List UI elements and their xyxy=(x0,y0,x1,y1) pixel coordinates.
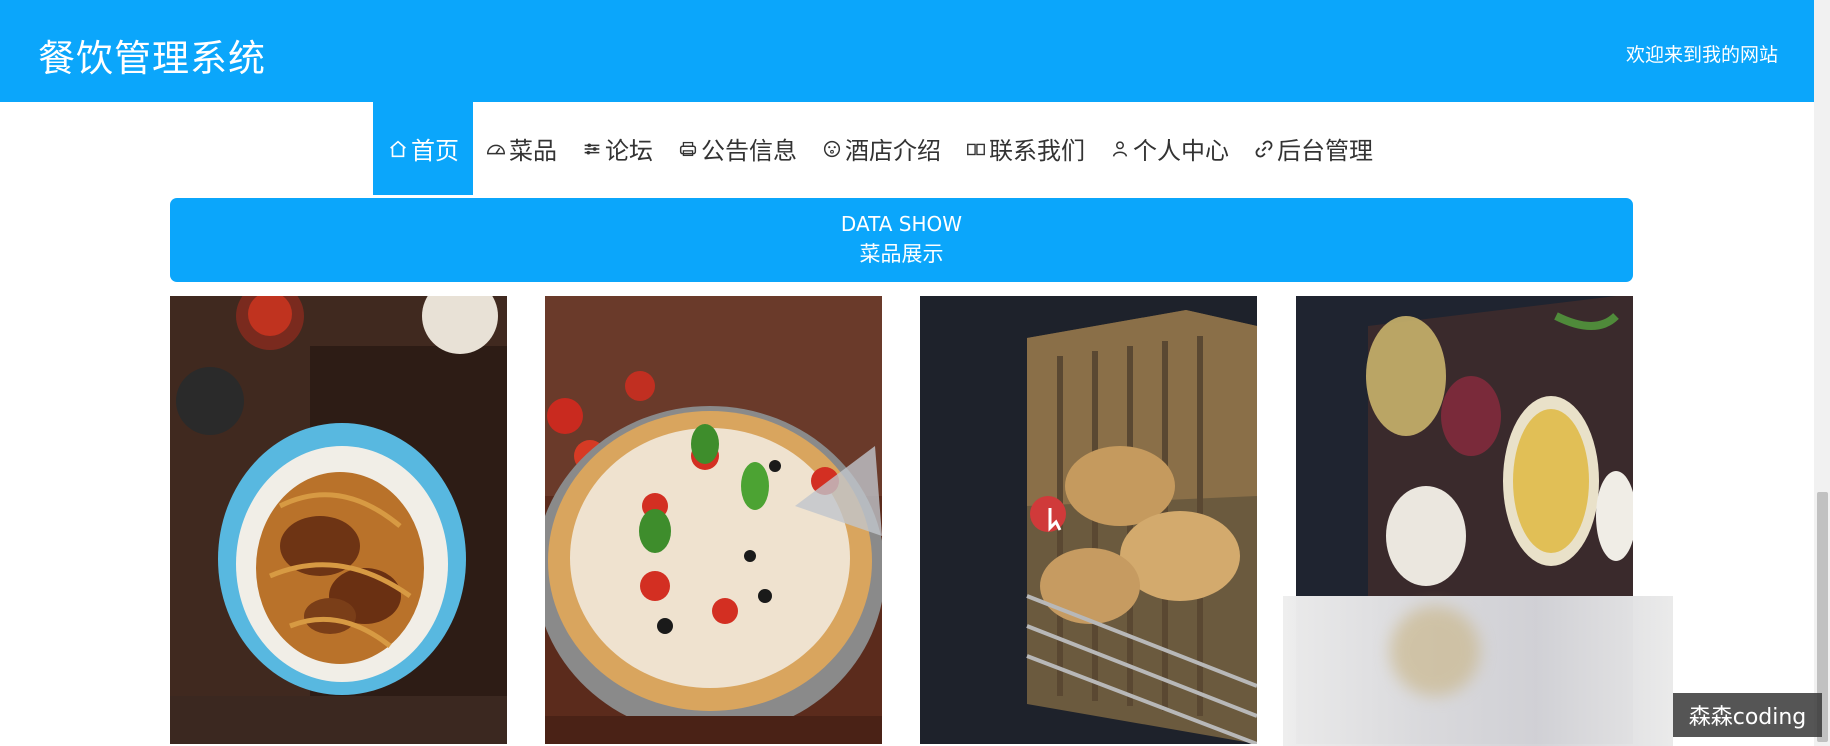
nav-item-forum[interactable]: 论坛 xyxy=(569,102,665,195)
nav-item-user-center[interactable]: 个人中心 xyxy=(1097,102,1241,195)
nav-item-dishes[interactable]: 菜品 xyxy=(473,102,569,195)
user-icon xyxy=(1109,138,1131,160)
sliders-icon xyxy=(581,138,603,160)
link-icon xyxy=(1253,138,1275,160)
gauge-icon xyxy=(485,138,507,160)
site-title[interactable]: 餐饮管理系统 xyxy=(38,28,266,82)
home-icon xyxy=(387,138,409,160)
dish-noodles-image xyxy=(170,296,507,744)
video-watermark: 森森coding xyxy=(1673,693,1822,737)
nav-item-label: 后台管理 xyxy=(1277,137,1373,165)
banner-title-en: DATA SHOW xyxy=(840,212,963,236)
face-icon xyxy=(821,138,843,160)
welcome-text: 欢迎来到我的网站 xyxy=(1625,44,1778,66)
main-nav: 首页 菜品 论坛 公告信息 酒店介绍 联系我们 个人中心 后台管理 xyxy=(373,102,1385,195)
nav-item-hotel-intro[interactable]: 酒店介绍 xyxy=(809,102,953,195)
nav-item-label: 论坛 xyxy=(605,137,653,165)
site-header: 餐饮管理系统 欢迎来到我的网站 xyxy=(0,0,1814,102)
nav-item-contact[interactable]: 联系我们 xyxy=(953,102,1097,195)
section-banner: DATA SHOW 菜品展示 xyxy=(170,198,1633,282)
dish-card-noodles[interactable] xyxy=(170,296,507,744)
nav-item-announcements[interactable]: 公告信息 xyxy=(665,102,809,195)
nav-item-home[interactable]: 首页 xyxy=(373,102,473,195)
nav-item-label: 联系我们 xyxy=(989,137,1085,165)
nav-item-label: 首页 xyxy=(411,137,459,165)
nav-item-label: 个人中心 xyxy=(1133,137,1229,165)
image-loading-overlay xyxy=(1283,596,1673,746)
dish-card-bread[interactable] xyxy=(920,296,1257,744)
dish-bread-image xyxy=(920,296,1257,744)
printer-icon xyxy=(677,138,699,160)
dish-pizza-image xyxy=(545,296,882,744)
nav-item-label: 公告信息 xyxy=(701,137,797,165)
page: 餐饮管理系统 欢迎来到我的网站 首页 菜品 论坛 公告信息 酒店介绍 联系我们 … xyxy=(0,0,1830,746)
nav-item-admin[interactable]: 后台管理 xyxy=(1241,102,1385,195)
nav-item-label: 菜品 xyxy=(509,137,557,165)
nav-item-label: 酒店介绍 xyxy=(845,137,941,165)
image-loading-blob xyxy=(1390,606,1480,696)
banner-title-cn: 菜品展示 xyxy=(859,242,944,266)
contact-card-icon xyxy=(965,138,987,160)
dish-card-pizza[interactable] xyxy=(545,296,882,744)
